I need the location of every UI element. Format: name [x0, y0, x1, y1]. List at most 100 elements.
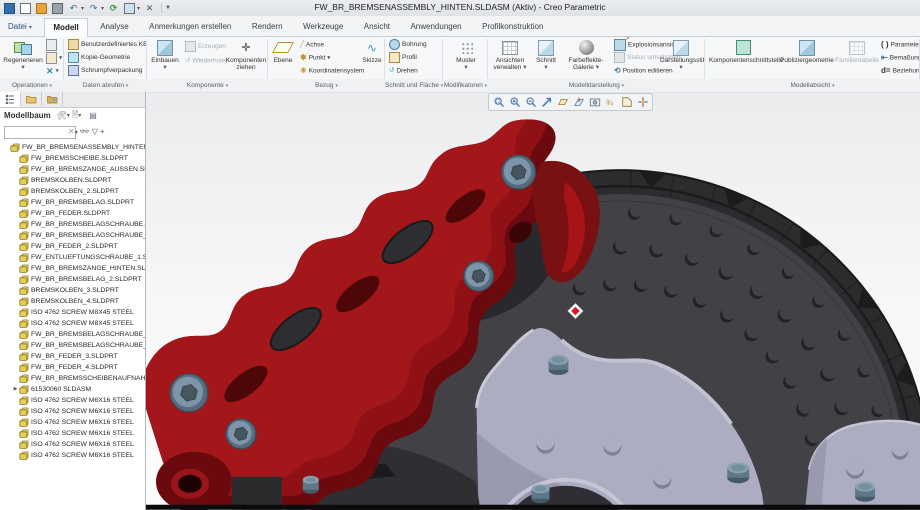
parameter-button[interactable]: ( )Parameter [881, 39, 920, 51]
tree-item[interactable]: FW_BR_BREMSENASSEMBLY_HINTEN.SLDASM [0, 142, 145, 153]
schnitt-ansicht-button[interactable]: Schnitt▾ [532, 38, 560, 78]
tree-item[interactable]: ISO 4762 SCREW M6X16 STEEL [0, 428, 145, 439]
skizze-button[interactable]: ∿ Skizze [360, 38, 384, 78]
publiziergeometrie-button[interactable]: Publiziergeometrie [779, 38, 835, 78]
tab-favorites-icon[interactable] [42, 92, 63, 106]
tree-item[interactable]: FW_BR_BREMSSCHEIBENAUFNAHME.SLDPRT [0, 373, 145, 384]
tree-item[interactable]: FW_BR_BREMSBELAGSCHRAUBE_3.SLDPRT [0, 329, 145, 340]
socket-bolt[interactable] [226, 419, 256, 449]
schrumpfverpackung-button[interactable]: Schrumpfverpackung [68, 65, 142, 77]
tree-item[interactable]: FW_BR_BREMSBELAGSCHRAUBE.SLDPRT [0, 219, 145, 230]
copy-button[interactable] [46, 39, 59, 51]
search-dropdown-icon[interactable]: ▾ [75, 129, 78, 136]
tree-columns-icon[interactable]: ▤ [89, 111, 97, 120]
spin-center-icon[interactable] [635, 95, 650, 109]
tree-item[interactable]: BREMSKOLBEN_4.SLDPRT [0, 296, 145, 307]
familientabelle-button[interactable]: Familientabelle [835, 38, 879, 78]
group-label-modelldarstellung[interactable]: Modelldarstellung ▾ [488, 80, 705, 91]
wheel-stud[interactable] [532, 484, 550, 503]
tree-item[interactable]: FW_BR_BREMSBELAG.SLDPRT [0, 197, 145, 208]
tree-item[interactable]: ISO 4762 SCREW M8X45 STEEL [0, 318, 145, 329]
tree-item[interactable]: BREMSKOLBEN_3.SLDPRT [0, 285, 145, 296]
zoom-box-icon[interactable] [491, 95, 506, 109]
tab-profilkonstruktion[interactable]: Profilkonstruktion [474, 18, 551, 36]
tree-item[interactable]: FW_BR_BREMSBELAGSCHRAUBE_4.SLDPRT [0, 340, 145, 351]
filter-funnel-icon[interactable]: ▽ [92, 127, 98, 137]
refit-icon[interactable] [539, 95, 554, 109]
wheel-stud[interactable] [727, 462, 749, 483]
tree-item[interactable]: FW_BR_FEDER_3.SLDPRT [0, 351, 145, 362]
drehen-button[interactable]: ↺Drehen [389, 65, 418, 77]
erzeugen-button[interactable]: Erzeugen [185, 41, 226, 53]
socket-bolt[interactable] [502, 155, 536, 189]
beziehungen-button[interactable]: d=Beziehungen [881, 65, 920, 77]
wheel-stud[interactable] [303, 476, 319, 494]
komponentenschnittstelle-button[interactable]: Komponentenschnittstelle [709, 38, 777, 78]
tree-item[interactable]: ▶61530060 SLDASM [0, 384, 145, 395]
tree-item[interactable]: ISO 4762 SCREW M6X16 STEEL [0, 395, 145, 406]
bohrung-button[interactable]: Bohrung [389, 39, 427, 51]
achse-button[interactable]: ╱Achse [300, 39, 324, 51]
tree-item[interactable]: FW_BR_BREMSZANGE_HINTEN.SLDPRT [0, 263, 145, 274]
komponenten-ziehen-button[interactable]: ✛ Komponenten ziehen [225, 38, 267, 78]
tree-item[interactable]: BREMSKOLBEN.SLDPRT [0, 175, 145, 186]
tab-modell[interactable]: Modell [44, 18, 87, 38]
group-label-operationen[interactable]: Operationen ▾ [0, 80, 64, 91]
csys-display-icon[interactable] [571, 95, 586, 109]
profil-button[interactable]: Profil [389, 52, 417, 64]
bemassung-button[interactable]: ⇤Bemaßung [881, 52, 920, 64]
tab-datei[interactable]: Datei ▾ [0, 18, 40, 36]
tab-ansicht[interactable]: Ansicht [356, 18, 398, 36]
kopie-geometrie-button[interactable]: Kopie-Geometrie [68, 52, 130, 64]
expand-arrow-icon[interactable]: ▶ [12, 384, 19, 395]
tab-model-tree-icon[interactable] [0, 92, 21, 107]
tree-item[interactable]: FW_ENTLUEFTUNGSCHRAUBE_1.SLDPRT [0, 252, 145, 263]
saved-views-icon[interactable] [587, 95, 602, 109]
find-binoculars-icon[interactable]: 👓 [80, 127, 90, 137]
group-label-bezug[interactable]: Bezug ▾ [268, 80, 385, 91]
socket-bolt[interactable] [464, 261, 494, 291]
tree-tools-icon[interactable]: 🛠︎ [57, 111, 67, 120]
tree-item[interactable]: ISO 4762 SCREW M8X45 STEEL [0, 307, 145, 318]
group-label-modifikatoren[interactable]: Modifikatoren ▾ [443, 80, 488, 91]
ansichten-verwalten-button[interactable]: Ansichten verwalten ▾ [490, 38, 530, 78]
tree-item[interactable]: FW_BR_FEDER_4.SLDPRT [0, 362, 145, 373]
group-label-daten-abrufen[interactable]: Daten abrufen ▾ [64, 80, 147, 91]
group-label-komponente[interactable]: Komponente ▾ [147, 80, 268, 91]
tree-tools-dropdown-icon[interactable]: ▾ [67, 112, 70, 119]
socket-bolt[interactable] [170, 374, 208, 412]
graphics-area[interactable]: ¾ [146, 92, 920, 510]
darstellungsstil-button[interactable]: Darstellungsstil▾ [660, 38, 702, 78]
tree-item[interactable]: ISO 4762 SCREW M6X16 STEEL [0, 417, 145, 428]
clear-search-icon[interactable]: ✕ [68, 127, 75, 137]
tree-item[interactable]: ISO 4762 SCREW M6X16 STEEL [0, 406, 145, 417]
wiederholen-button[interactable]: ↺Wiederholen [185, 55, 229, 67]
tree-item[interactable]: FW_BR_BREMSBELAGSCHRAUBE_2.SLDPRT [0, 230, 145, 241]
tree-item[interactable]: FW_BR_BREMSZANGE_AUSSEN.SLDPRT [0, 164, 145, 175]
farbeffekte-galerie-button[interactable]: Farbeffekte-Galerie ▾ [562, 38, 610, 78]
tree-search-input[interactable] [4, 126, 76, 139]
group-label-schnitt-und-flaeche[interactable]: Schnitt und Fläche ▾ [385, 80, 443, 91]
ebene-button[interactable]: Ebene [270, 38, 296, 78]
group-label-modellabsicht[interactable]: Modellabsicht ▾ [705, 80, 920, 91]
tab-analyse[interactable]: Analyse [92, 18, 136, 36]
paste-button[interactable]: ▾ [46, 52, 62, 64]
tree-item[interactable]: FW_BR_FEDER.SLDPRT [0, 208, 145, 219]
tree-item[interactable]: FW_BR_FEDER_2.SLDPRT [0, 241, 145, 252]
punkt-button[interactable]: ✱Punkt ▾ [300, 52, 330, 64]
annotation-display-icon[interactable] [619, 95, 634, 109]
tab-werkzeuge[interactable]: Werkzeuge [295, 18, 351, 36]
tree-item[interactable]: FW_BREMSSCHEIBE.SLDPRT [0, 153, 145, 164]
zoom-in-icon[interactable] [507, 95, 522, 109]
muster-button[interactable]: Muster▾ [449, 38, 483, 78]
plane-display-icon[interactable] [555, 95, 570, 109]
tab-rendern[interactable]: Rendern [244, 18, 291, 36]
expand-plus-icon[interactable]: + [100, 127, 105, 137]
datum-display-filters-icon[interactable]: ¾ [603, 95, 618, 109]
tree-item[interactable]: FW_BR_BREMSBELAG_2.SLDPRT [0, 274, 145, 285]
wheel-stud[interactable] [855, 482, 875, 502]
tree-item[interactable]: BREMSKOLBEN_2.SLDPRT [0, 186, 145, 197]
regenerieren-button[interactable]: Regenerieren▾ [2, 38, 44, 78]
tree-item[interactable]: ISO 4762 SCREW M6X16 STEEL [0, 450, 145, 461]
koordinatensystem-button[interactable]: ✳Koordinatensystem [300, 65, 364, 77]
